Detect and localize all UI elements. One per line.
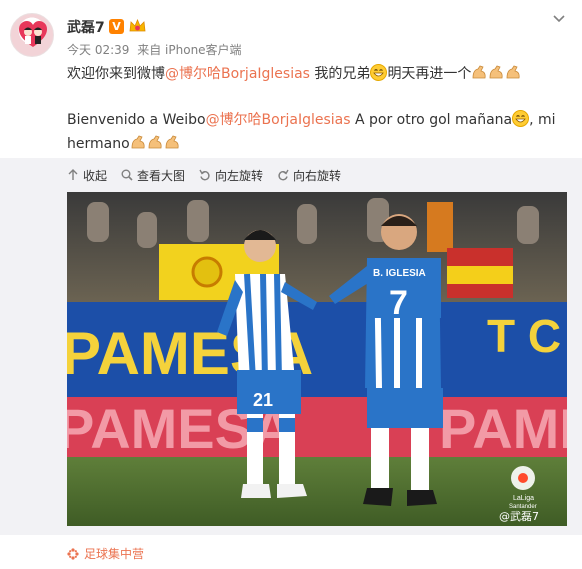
post-text-spanish: Bienvenido a Weibo@博尔哈BorjaIglesias A po… [67,108,567,132]
view-large-label: 查看大图 [137,168,186,183]
collapse-label: 收起 [83,168,108,183]
media-panel: 收起 查看大图 向左旋转 向右旋转 PAMESA T C PAMESA PAM … [0,158,582,535]
super-topic-icon [67,547,79,560]
heart-avatar-icon [19,21,47,47]
flexed-biceps-icon [473,65,520,79]
jersey-number-right: 7 [389,284,408,322]
football-players-photo: PAMESA T C PAMESA PAMESA 21 [67,192,567,526]
rotate-right-icon [278,169,289,181]
svg-text:T C: T C [487,310,561,362]
post-text-zh-after: 我的兄弟 [309,66,371,82]
post-text-es-tail: , mi [529,112,556,128]
flexed-biceps-icon-2 [131,135,179,149]
post-text-zh-before: 欢迎你来到微博 [67,66,165,82]
magnifier-icon [121,169,133,181]
rotate-right-label: 向右旋转 [293,168,342,183]
chevron-down-icon[interactable] [552,12,566,26]
post-text-es-before: Bienvenido a Weibo [67,112,206,128]
post-text-chinese: 欢迎你来到微博@博尔哈BorjaIglesias 我的兄弟 明天再进一个 [67,62,567,86]
verified-v-icon: V [109,19,124,34]
rotate-left-icon [199,169,210,181]
post-text-zh-tail: 明天再进一个 [387,66,472,82]
grinning-face-icon [370,64,388,81]
jersey-number-left: 21 [253,390,273,410]
mention-link-2[interactable]: @博尔哈BorjaIglesias [206,112,351,128]
post-text-es-line3: hermano [67,136,130,152]
post-source: 来自 iPhone客户端 [137,43,242,57]
mention-link[interactable]: @博尔哈BorjaIglesias [165,66,310,82]
post-time[interactable]: 今天 02:39 [67,43,129,57]
image-toolbar: 收起 查看大图 向左旋转 向右旋转 [67,166,355,184]
jersey-name-right: B. IGLESIA [373,268,426,279]
topic-label: 足球集中营 [84,547,145,561]
post-photo[interactable]: PAMESA T C PAMESA PAMESA 21 [67,192,567,526]
topic-link[interactable]: 足球集中营 [67,545,144,562]
arrow-up-icon [68,169,78,180]
weibo-post-card: 武磊7 V 今天 02:39 来自 iPhone客户端 欢迎你来到微博@博尔哈B… [0,0,582,569]
username[interactable]: 武磊7 [67,17,105,37]
weibo-watermark: @武磊7 [499,510,539,523]
view-large-button[interactable]: 查看大图 [121,166,185,184]
banner-text-3: PAMESA [439,397,567,460]
collapse-button[interactable]: 收起 [67,166,107,184]
grinning-face-icon-2 [512,110,530,127]
post-text-spanish-cont: hermano [67,132,567,156]
vip-crown-icon [129,19,146,32]
rotate-left-label: 向左旋转 [215,168,264,183]
post-meta: 今天 02:39 来自 iPhone客户端 [67,41,246,58]
rotate-left-button[interactable]: 向左旋转 [199,166,263,184]
laliga-label: LaLiga [513,495,534,502]
post-text-es-after: A por otro gol mañana [350,112,513,128]
avatar[interactable] [10,13,54,57]
rotate-right-button[interactable]: 向右旋转 [277,166,341,184]
